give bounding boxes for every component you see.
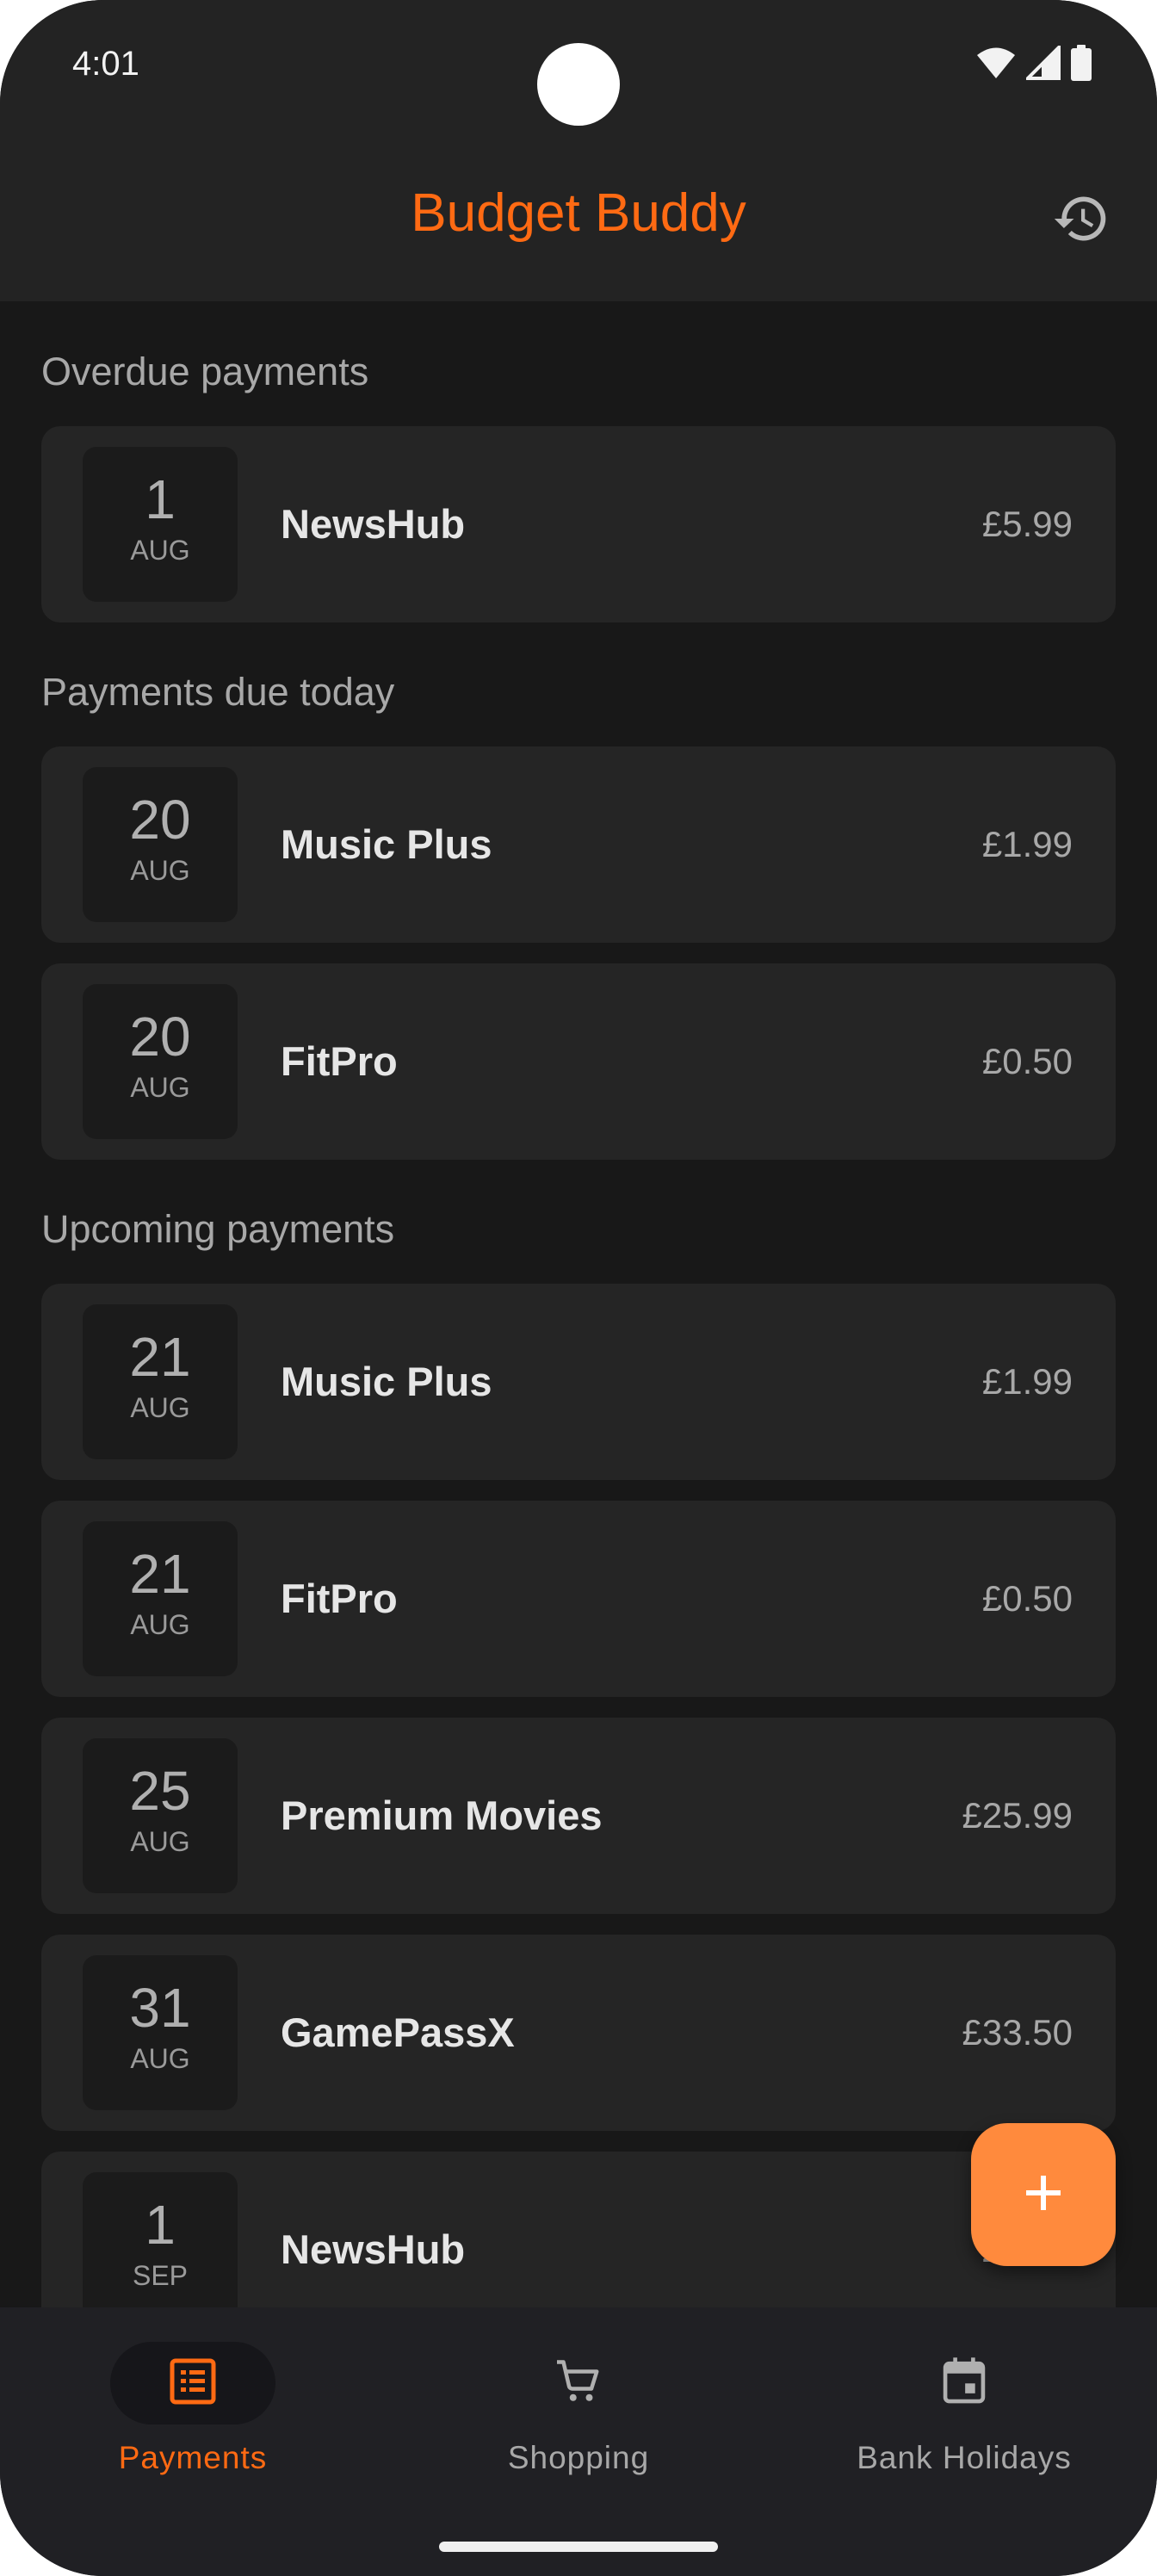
- date-box: 20 AUG: [83, 984, 238, 1139]
- payment-card[interactable]: 31 AUG GamePassX £33.50: [41, 1935, 1116, 2131]
- date-box: 20 AUG: [83, 767, 238, 922]
- payment-name: Music Plus: [281, 1359, 492, 1404]
- section-heading-upcoming: Upcoming payments: [41, 1207, 395, 1251]
- list-icon: [169, 2357, 217, 2410]
- wifi-icon: [976, 46, 1016, 84]
- payment-amount: £5.99: [981, 504, 1073, 544]
- date-day: 21: [129, 1326, 191, 1388]
- date-month: SEP: [132, 2260, 189, 2291]
- camera-cutout: [537, 43, 620, 126]
- payment-card[interactable]: 20 AUG FitPro £0.50: [41, 963, 1116, 1160]
- date-day: 25: [129, 1760, 191, 1822]
- date-month: AUG: [130, 1072, 190, 1103]
- date-month: AUG: [130, 1392, 190, 1423]
- phone-screen: 4:01 Budget Buddy Overdue payments 1 AUG…: [0, 0, 1157, 2576]
- app-bar: Budget Buddy: [0, 138, 1157, 301]
- battery-icon: [1071, 45, 1092, 85]
- payment-card[interactable]: 25 AUG Premium Movies £25.99: [41, 1718, 1116, 1914]
- payment-card[interactable]: 21 AUG Music Plus £1.99: [41, 1284, 1116, 1480]
- date-month: AUG: [130, 855, 190, 886]
- signal-icon: [1024, 43, 1061, 84]
- date-month: AUG: [130, 1826, 190, 1857]
- date-month: AUG: [130, 2043, 190, 2074]
- payment-amount: £0.50: [981, 1578, 1073, 1619]
- date-day: 31: [129, 1977, 191, 2039]
- nav-item-bank-holidays[interactable]: Bank Holidays: [771, 2342, 1157, 2476]
- payment-card[interactable]: 1 SEP NewsHub £5.99: [41, 2152, 1116, 2307]
- date-box: 25 AUG: [83, 1738, 238, 1893]
- payment-card[interactable]: 21 AUG FitPro £0.50: [41, 1501, 1116, 1697]
- date-box: 1 SEP: [83, 2172, 238, 2307]
- history-icon: [1052, 189, 1111, 252]
- payment-name: FitPro: [281, 1038, 398, 1084]
- plus-icon: [1023, 2172, 1064, 2218]
- payment-amount: £25.99: [962, 1795, 1073, 1836]
- payment-name: NewsHub: [281, 2226, 466, 2272]
- payment-amount: £33.50: [962, 2012, 1073, 2053]
- home-indicator[interactable]: [439, 2542, 718, 2552]
- nav-active-indicator: [110, 2342, 275, 2424]
- nav-item-shopping[interactable]: Shopping: [386, 2342, 771, 2476]
- cart-icon: [553, 2356, 604, 2412]
- nav-label-payments: Payments: [118, 2440, 268, 2475]
- section-heading-today: Payments due today: [41, 670, 395, 714]
- payment-amount: £1.99: [981, 824, 1073, 864]
- payment-amount: £1.99: [981, 1361, 1073, 1402]
- date-day: 1: [145, 2194, 176, 2256]
- date-day: 21: [129, 1543, 191, 1605]
- nav-icon-container: [882, 2342, 1047, 2424]
- date-box: 21 AUG: [83, 1304, 238, 1459]
- payment-name: Music Plus: [281, 821, 492, 867]
- calendar-icon: [940, 2356, 988, 2412]
- app-title: Budget Buddy: [411, 183, 746, 243]
- date-box: 31 AUG: [83, 1955, 238, 2110]
- section-heading-overdue: Overdue payments: [41, 350, 369, 393]
- nav-label-shopping: Shopping: [507, 2440, 650, 2475]
- status-icons: [976, 43, 1092, 85]
- bottom-navigation: Payments Shopping Bank Holidays: [0, 2307, 1157, 2576]
- payments-list[interactable]: Overdue payments 1 AUG NewsHub £5.99 Pay…: [0, 301, 1157, 2307]
- status-bar: 4:01: [0, 0, 1157, 138]
- date-box: 21 AUG: [83, 1521, 238, 1676]
- payment-name: NewsHub: [281, 501, 466, 547]
- payment-name: GamePassX: [281, 2009, 515, 2055]
- payment-amount: £0.50: [981, 1041, 1073, 1081]
- date-day: 20: [129, 1006, 191, 1068]
- nav-item-payments[interactable]: Payments: [0, 2342, 386, 2476]
- payment-card[interactable]: 20 AUG Music Plus £1.99: [41, 746, 1116, 943]
- add-payment-button[interactable]: [971, 2123, 1116, 2266]
- date-day: 20: [129, 789, 191, 851]
- status-time: 4:01: [72, 45, 139, 83]
- date-box: 1 AUG: [83, 447, 238, 602]
- date-day: 1: [145, 468, 176, 530]
- nav-icon-container: [496, 2342, 661, 2424]
- date-month: AUG: [130, 1609, 190, 1640]
- date-month: AUG: [130, 535, 190, 566]
- history-button[interactable]: [1047, 186, 1116, 255]
- nav-label-bank-holidays: Bank Holidays: [857, 2440, 1072, 2475]
- payment-name: Premium Movies: [281, 1793, 603, 1838]
- payment-card[interactable]: 1 AUG NewsHub £5.99: [41, 426, 1116, 622]
- payment-name: FitPro: [281, 1576, 398, 1621]
